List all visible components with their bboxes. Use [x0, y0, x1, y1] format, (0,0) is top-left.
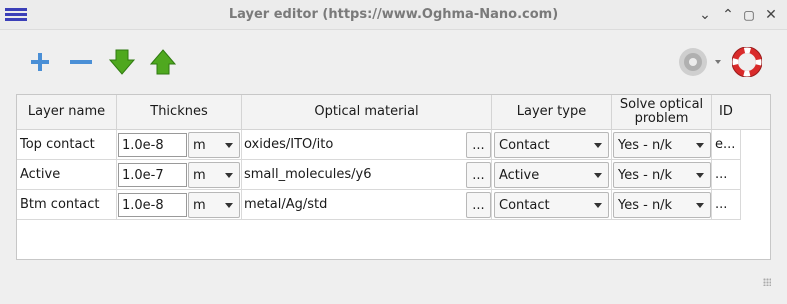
- solve-optical-value: Yes - n/k: [618, 197, 673, 213]
- unit-select[interactable]: m: [188, 132, 240, 158]
- add-layer-button[interactable]: [25, 47, 55, 77]
- layer-name-cell[interactable]: Btm contact: [17, 190, 117, 220]
- chevron-down-icon: [225, 203, 233, 208]
- solve-optical-value: Yes - n/k: [618, 167, 673, 183]
- title-bar: Layer editor (https://www.Oghma-Nano.com…: [0, 0, 787, 30]
- solve-optical-select[interactable]: Yes - n/k: [613, 192, 711, 218]
- browse-material-button[interactable]: ...: [466, 162, 491, 188]
- thickness-input[interactable]: 1.0e-7: [118, 163, 187, 187]
- thickness-cell: 1.0e-8 m: [117, 130, 242, 160]
- material-path[interactable]: metal/Ag/std: [244, 197, 327, 212]
- optical-material-cell: oxides/ITO/ito ...: [242, 130, 492, 160]
- column-header-id[interactable]: ID: [712, 95, 770, 130]
- solve-optical-cell: Yes - n/k: [612, 130, 712, 160]
- move-up-button[interactable]: [148, 47, 178, 77]
- layer-type-select[interactable]: Contact: [494, 192, 609, 218]
- layer-type-value: Contact: [499, 137, 550, 153]
- chevron-down-icon: [696, 143, 704, 148]
- column-header-optical-material[interactable]: Optical material: [242, 95, 492, 130]
- remove-layer-button[interactable]: [66, 47, 96, 77]
- close-button[interactable]: ✕: [763, 7, 779, 23]
- window-title: Layer editor (https://www.Oghma-Nano.com…: [228, 7, 559, 22]
- layer-name-cell[interactable]: Active: [17, 160, 117, 190]
- thickness-input[interactable]: 1.0e-8: [118, 193, 187, 217]
- optical-material-cell: metal/Ag/std ...: [242, 190, 492, 220]
- solve-optical-select[interactable]: Yes - n/k: [613, 132, 711, 158]
- layer-type-value: Active: [499, 167, 540, 183]
- unit-value: m: [193, 167, 206, 183]
- optical-material-cell: small_molecules/y6 ...: [242, 160, 492, 190]
- help-button[interactable]: [731, 46, 763, 78]
- layer-name-cell[interactable]: Top contact: [17, 130, 117, 160]
- disc-icon: [679, 48, 721, 76]
- plus-icon: [31, 53, 49, 71]
- unit-value: m: [193, 137, 206, 153]
- chevron-down-icon: [594, 203, 602, 208]
- layer-type-cell: Active: [492, 160, 612, 190]
- column-header-layer-type[interactable]: Layer type: [492, 95, 612, 130]
- unit-select[interactable]: m: [188, 192, 240, 218]
- solve-optical-select[interactable]: Yes - n/k: [613, 162, 711, 188]
- browse-material-button[interactable]: ...: [466, 132, 491, 158]
- solve-optical-cell: Yes - n/k: [612, 160, 712, 190]
- layer-type-select[interactable]: Active: [494, 162, 609, 188]
- thickness-cell: 1.0e-7 m: [117, 160, 242, 190]
- column-header-layer-name[interactable]: Layer name: [17, 95, 117, 130]
- id-cell[interactable]: ...: [712, 190, 741, 220]
- unit-value: m: [193, 197, 206, 213]
- solve-optical-cell: Yes - n/k: [612, 190, 712, 220]
- chevron-down-icon: [594, 143, 602, 148]
- chevron-down-icon: [696, 173, 704, 178]
- move-down-button[interactable]: [107, 47, 137, 77]
- browse-material-button[interactable]: ...: [466, 192, 491, 218]
- layer-type-value: Contact: [499, 197, 550, 213]
- thickness-cell: 1.0e-8 m: [117, 190, 242, 220]
- layer-type-select[interactable]: Contact: [494, 132, 609, 158]
- resize-grip[interactable]: [763, 278, 771, 286]
- layer-type-cell: Contact: [492, 190, 612, 220]
- unit-select[interactable]: m: [188, 162, 240, 188]
- layer-table: Layer name Thicknes Optical material Lay…: [16, 94, 771, 260]
- material-path[interactable]: oxides/ITO/ito: [244, 137, 333, 152]
- chevron-down-icon: [225, 143, 233, 148]
- column-header-solve-optical[interactable]: Solve optical problem: [612, 95, 712, 130]
- column-header-thickness[interactable]: Thicknes: [117, 95, 242, 130]
- lifebuoy-icon: [731, 46, 763, 78]
- id-cell[interactable]: ...: [712, 160, 741, 190]
- disc-menu-button[interactable]: [677, 47, 723, 77]
- minimize-button[interactable]: ⌄: [697, 7, 713, 23]
- layer-type-cell: Contact: [492, 130, 612, 160]
- chevron-down-icon: [225, 173, 233, 178]
- arrow-up-icon: [149, 49, 177, 75]
- id-cell[interactable]: e...: [712, 130, 741, 160]
- arrow-down-icon: [108, 49, 136, 75]
- material-path[interactable]: small_molecules/y6: [244, 167, 371, 182]
- chevron-down-icon: [696, 203, 704, 208]
- chevron-down-icon: [594, 173, 602, 178]
- maximize-button[interactable]: ▢: [741, 7, 757, 23]
- minus-icon: [70, 60, 92, 64]
- solve-optical-value: Yes - n/k: [618, 137, 673, 153]
- restore-button[interactable]: ⌃: [720, 7, 736, 23]
- thickness-input[interactable]: 1.0e-8: [118, 133, 187, 157]
